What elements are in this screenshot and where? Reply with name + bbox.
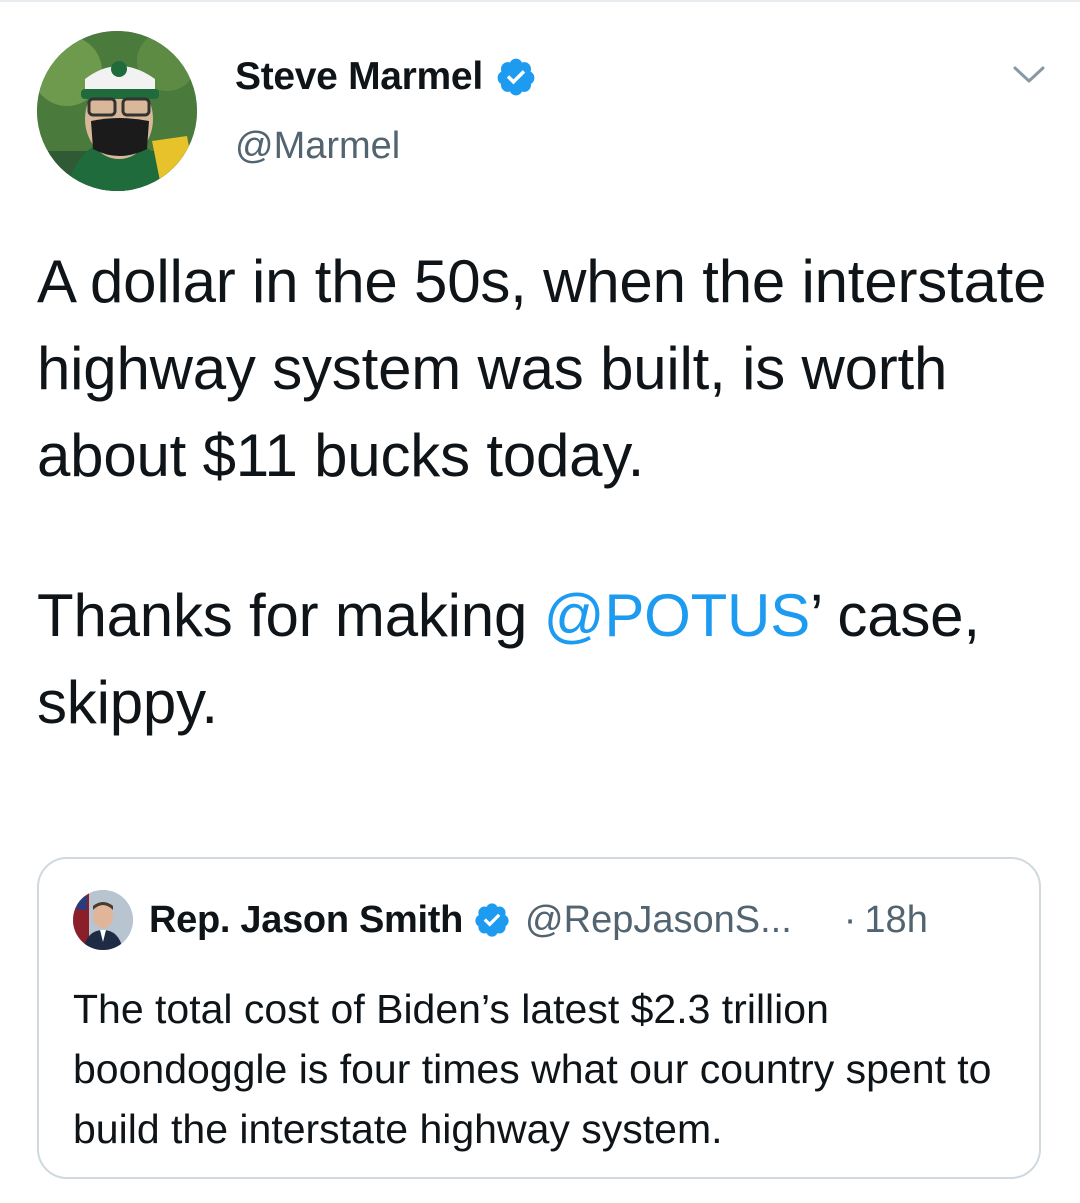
top-divider (0, 0, 1080, 2)
tweet-text-prefix: Thanks for making (37, 582, 544, 649)
quoted-author-handle[interactable]: @RepJasonS... (525, 899, 792, 942)
author-avatar[interactable] (37, 31, 197, 191)
quoted-header: Rep. Jason Smith @RepJasonS... · 18h (149, 895, 928, 945)
quoted-author-name[interactable]: Rep. Jason Smith (149, 899, 463, 942)
avatar-photo-icon (73, 890, 133, 950)
tweet-text: A dollar in the 50s, when the interstate… (37, 238, 1047, 746)
author-handle[interactable]: @Marmel (235, 125, 400, 168)
author-name[interactable]: Steve Marmel (235, 55, 483, 99)
quoted-author-avatar[interactable] (73, 890, 133, 950)
tweet-paragraph-1: A dollar in the 50s, when the interstate… (37, 248, 1047, 489)
tweet-paragraph-2: Thanks for making @POTUS’ case, skippy. (37, 572, 1047, 746)
avatar-photo-icon (37, 31, 197, 191)
verified-badge-icon (475, 903, 509, 937)
quoted-tweet-text: The total cost of Biden’s latest $2.3 tr… (73, 986, 992, 1152)
mention-link[interactable]: @POTUS (544, 582, 811, 649)
quoted-timestamp[interactable]: 18h (864, 899, 927, 942)
separator-dot: · (843, 898, 857, 941)
quoted-tweet-card[interactable]: Rep. Jason Smith @RepJasonS... · 18h The… (37, 857, 1041, 1179)
verified-badge-icon (497, 58, 535, 96)
chevron-down-icon[interactable] (1012, 60, 1046, 88)
author-name-row[interactable]: Steve Marmel (235, 52, 537, 102)
